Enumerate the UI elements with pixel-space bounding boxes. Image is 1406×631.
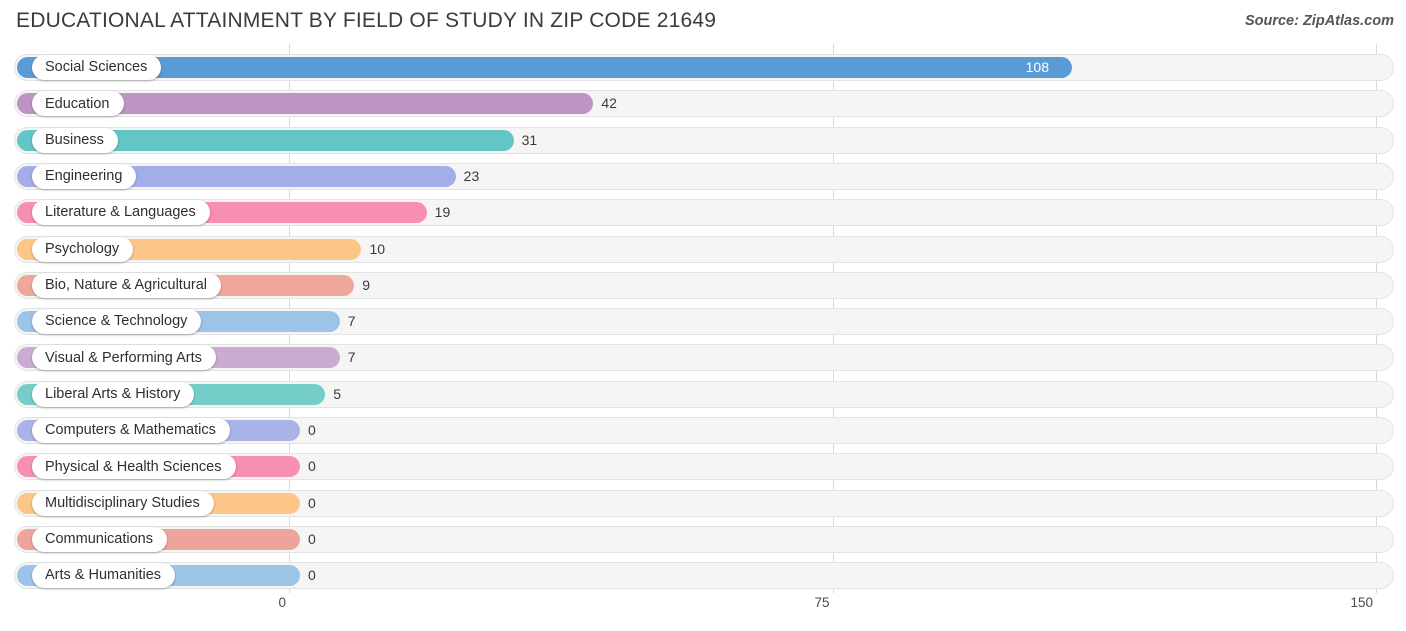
source-attribution: Source: ZipAtlas.com [1244, 13, 1394, 29]
table-row[interactable]: Engineering 23 [14, 162, 1394, 190]
bar-value-label: 0 [308, 530, 316, 547]
bar-label-pill: Engineering [32, 163, 137, 189]
bar-label-pill: Communications [32, 526, 167, 552]
category-label: Visual & Performing Arts [45, 349, 202, 366]
page-title: EDUCATIONAL ATTAINMENT BY FIELD OF STUDY… [16, 9, 717, 32]
bar-value-label: 0 [308, 567, 316, 584]
plot-area: Social Sciences 108 Education 42 Business 31 E… [0, 44, 1406, 593]
table-row[interactable]: Science & Technology 7 [14, 308, 1394, 336]
table-row[interactable]: Multidisciplinary Studies 0 [14, 489, 1394, 517]
bar-value-label: 0 [308, 458, 316, 475]
x-tick-label: 150 [1350, 595, 1373, 610]
bar-label-pill: Visual & Performing Arts [32, 345, 216, 371]
bar-value-label: 9 [362, 276, 371, 293]
category-label: Arts & Humanities [45, 567, 162, 584]
category-label: Bio, Nature & Agricultural [45, 277, 207, 294]
chart-header: EDUCATIONAL ATTAINMENT BY FIELD OF STUDY… [0, 0, 1406, 44]
bar-value-label: 23 [463, 167, 480, 184]
x-tick-label: 75 [814, 595, 830, 610]
category-label: Liberal Arts & History [45, 385, 181, 402]
bar-1 [17, 57, 1072, 78]
bar-label-pill: Business [32, 127, 118, 153]
bar-label-pill: Arts & Humanities [32, 563, 176, 589]
bar-value-label: 0 [308, 422, 316, 438]
table-row[interactable]: Education 42 [14, 90, 1394, 118]
bar-label-pill: Psychology [32, 236, 134, 262]
bar-value-label: 0 [308, 494, 316, 511]
table-row[interactable]: Computers & Mathematics 0 [14, 417, 1394, 444]
bar-value-label: 10 [369, 240, 386, 257]
table-row[interactable]: Literature & Languages 19 [14, 199, 1394, 227]
chart-container: EDUCATIONAL ATTAINMENT BY FIELD OF STUDY… [0, 0, 1406, 631]
category-label: Business [45, 131, 104, 148]
table-row[interactable]: Visual & Performing Arts 7 [14, 344, 1394, 372]
bar-label-pill: Social Sciences [32, 55, 162, 80]
bar-label-pill: Education [32, 91, 124, 117]
table-row[interactable]: Communications 0 [14, 525, 1394, 553]
bar-label-pill: Multidisciplinary Studies [32, 490, 214, 516]
bar-value-label: 19 [434, 204, 451, 221]
category-label: Multidisciplinary Studies [45, 494, 200, 511]
category-label: Social Sciences [45, 59, 148, 76]
bar-value-label: 7 [347, 313, 356, 330]
bar-value-label: 42 [601, 95, 617, 112]
bar-value-label: 108 [1025, 59, 1049, 75]
category-label: Literature & Languages [45, 204, 196, 221]
table-row[interactable]: Physical & Health Sciences 0 [14, 453, 1394, 481]
category-label: Science & Technology [45, 313, 188, 330]
bar-value-label: 31 [521, 131, 538, 148]
bar-value-label: 7 [347, 349, 356, 366]
bar-label-pill: Liberal Arts & History [32, 381, 195, 407]
table-row[interactable]: Liberal Arts & History 5 [14, 380, 1394, 408]
bar-value-label: 5 [333, 385, 342, 402]
table-row[interactable]: Social Sciences 108 [14, 54, 1394, 81]
bar-label-pill: Bio, Nature & Agricultural [32, 272, 221, 298]
table-row[interactable]: Business 31 [14, 126, 1394, 154]
x-tick-label: 0 [278, 595, 286, 610]
table-row[interactable]: Psychology 10 [14, 235, 1394, 263]
bar-label-pill: Science & Technology [32, 309, 202, 335]
category-label: Engineering [45, 168, 123, 185]
table-row[interactable]: Arts & Humanities 0 [14, 562, 1394, 590]
x-axis: 0 75 150 [0, 593, 1406, 631]
category-label: Computers & Mathematics [45, 422, 216, 439]
bar-label-pill: Physical & Health Sciences [32, 454, 236, 480]
category-label: Communications [45, 531, 153, 548]
category-label: Education [45, 95, 110, 112]
table-row[interactable]: Bio, Nature & Agricultural 9 [14, 271, 1394, 299]
category-label: Psychology [45, 240, 120, 257]
bar-label-pill: Literature & Languages [32, 200, 210, 226]
bar-label-pill: Computers & Mathematics [32, 418, 230, 443]
category-label: Physical & Health Sciences [45, 458, 222, 475]
